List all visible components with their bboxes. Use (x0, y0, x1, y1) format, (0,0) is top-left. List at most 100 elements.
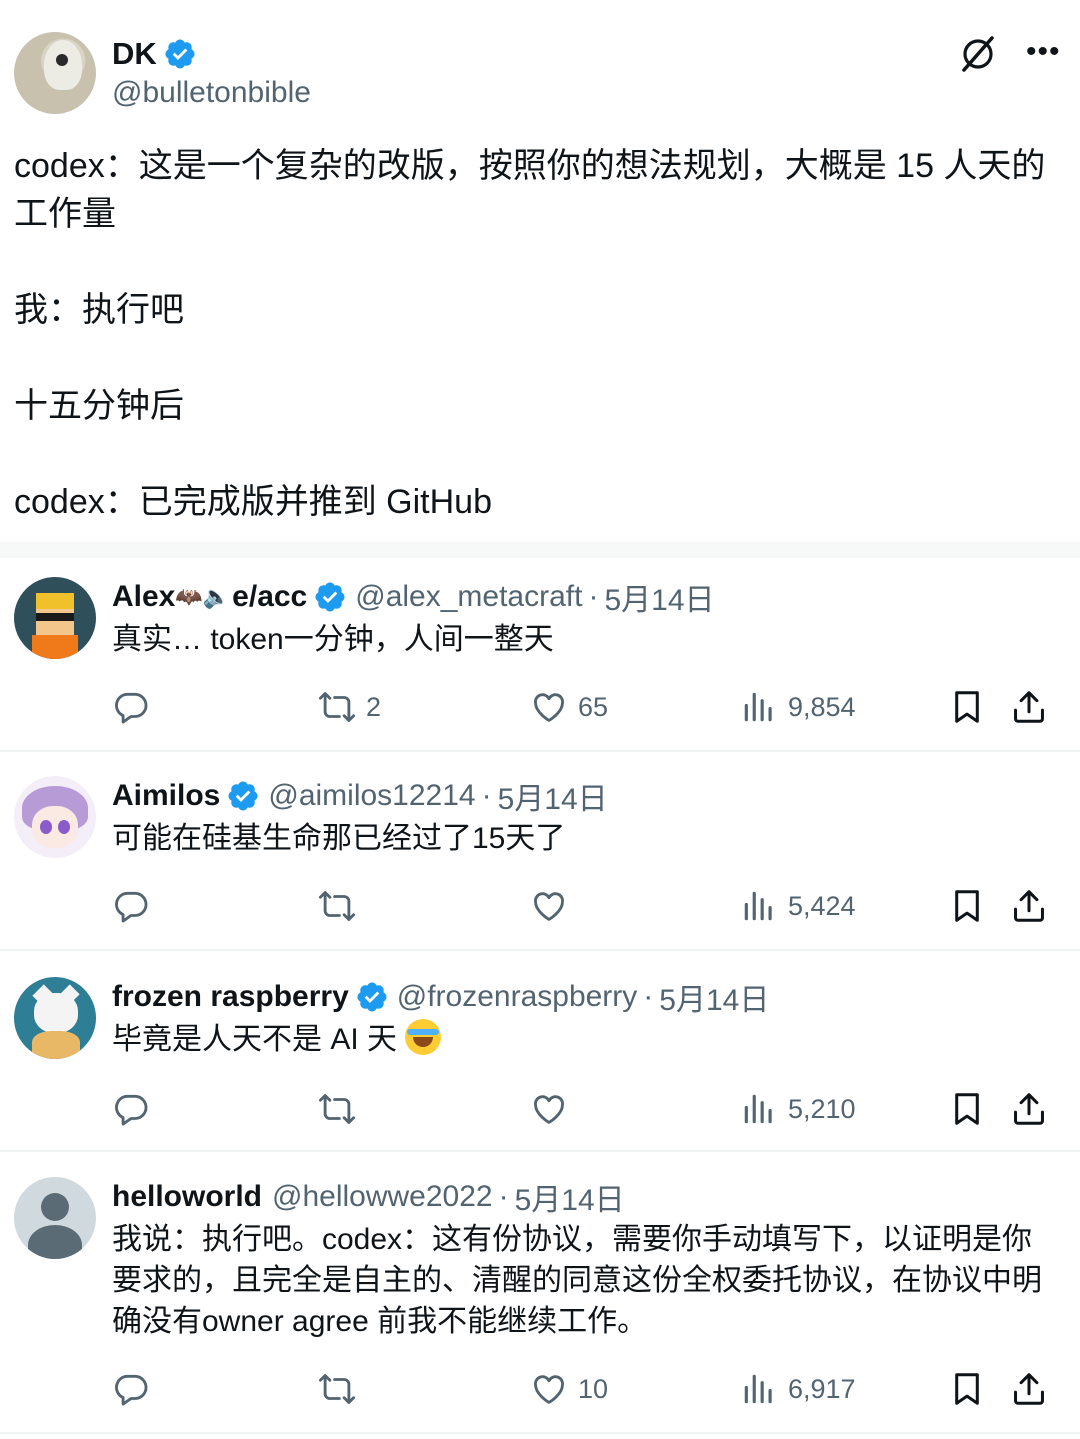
share-icon (1010, 887, 1048, 925)
like-button[interactable]: 10 (530, 1367, 608, 1411)
views-button[interactable]: 9,854 (740, 685, 856, 729)
reply-text-row: 毕竟是人天不是 AI 天 (112, 1019, 1056, 1060)
reply-author-name-suffix[interactable]: e/acc (232, 580, 307, 614)
repost-button[interactable] (318, 884, 366, 928)
reply-actions: 10 6,917 (112, 1367, 1058, 1411)
share-button[interactable] (1010, 884, 1048, 928)
reply-date[interactable]: 5月14日 (604, 575, 714, 619)
reply-text: 我说：执行吧。codex：这有份协议，需要你手动填写下，以证明是你要求的，且完全… (112, 1223, 1042, 1338)
section-divider (0, 542, 1080, 558)
author-name[interactable]: DK (112, 36, 157, 72)
reply-button[interactable] (112, 1087, 150, 1131)
like-button[interactable] (530, 884, 578, 928)
view-count: 5,210 (788, 1093, 856, 1124)
reply-author-handle[interactable]: @hellowwe2022 (272, 1180, 493, 1214)
reply-separator (0, 1150, 1080, 1152)
bookmark-icon (948, 1090, 986, 1128)
reply-date[interactable]: 5月14日 (498, 774, 608, 818)
separator-dot: · (643, 980, 654, 1013)
reply-item[interactable]: helloworld @hellowwe2022 · 5月14日 我说：执行吧。… (0, 1177, 1080, 1427)
verified-badge-icon (163, 37, 197, 71)
reply-header: Alex 🦇🔈 e/acc @alex_metacraft · 5月14日 (112, 577, 715, 617)
reply-icon (112, 1370, 150, 1408)
reply-author-name[interactable]: helloworld (112, 1180, 262, 1214)
bookmark-icon (948, 688, 986, 726)
reply-actions: 5,424 (112, 884, 1058, 928)
views-button[interactable]: 5,210 (740, 1087, 856, 1131)
reply-actions: 5,210 (112, 1087, 1058, 1131)
reply-item[interactable]: Aimilos @aimilos12214 · 5月14日 可能在硅基生命那已经… (0, 776, 1080, 946)
separator-dot: · (498, 1180, 509, 1213)
heart-icon (530, 1370, 568, 1408)
reply-button[interactable] (112, 685, 150, 729)
reply-avatar[interactable] (14, 577, 96, 659)
views-chart-icon (740, 688, 778, 726)
views-button[interactable]: 5,424 (740, 884, 856, 928)
reply-author-handle[interactable]: @alex_metacraft (355, 580, 582, 614)
like-button[interactable]: 65 (530, 685, 608, 729)
like-count: 65 (578, 691, 609, 722)
bookmark-button[interactable] (948, 685, 986, 729)
reply-item[interactable]: frozen raspberry @frozenraspberry · 5月14… (0, 977, 1080, 1147)
reply-item[interactable]: Alex 🦇🔈 e/acc @alex_metacraft · 5月14日 真实… (0, 577, 1080, 747)
views-chart-icon (740, 887, 778, 925)
repost-icon (318, 887, 356, 925)
repost-icon (318, 1370, 356, 1408)
view-count: 5,424 (788, 890, 856, 921)
reply-header: Aimilos @aimilos12214 · 5月14日 (112, 776, 608, 816)
reply-button[interactable] (112, 884, 150, 928)
bookmark-button[interactable] (948, 1087, 986, 1131)
repost-icon (318, 1090, 356, 1128)
reply-avatar[interactable] (14, 1177, 96, 1259)
repost-icon (318, 688, 356, 726)
name-emoji: 🦇🔈 (175, 584, 231, 609)
reply-date[interactable]: 5月14日 (659, 975, 769, 1019)
view-count: 6,917 (788, 1373, 856, 1404)
repost-count: 2 (366, 691, 382, 722)
author-name-row: DK (112, 34, 197, 74)
view-count: 9,854 (788, 691, 856, 722)
share-icon (1010, 688, 1048, 726)
repost-button[interactable]: 2 (318, 685, 381, 729)
post-paragraph: codex：已完成版并推到 GitHub (14, 483, 492, 521)
post-paragraph: codex：这是一个复杂的改版，按照你的想法规划，大概是 15 人天的工作量 (14, 147, 1046, 233)
heart-icon (530, 1090, 568, 1128)
verified-badge-icon (226, 779, 260, 813)
author-avatar[interactable] (14, 32, 96, 114)
separator-dot: · (588, 580, 599, 613)
reply-author-handle[interactable]: @frozenraspberry (397, 980, 638, 1014)
more-options-icon[interactable]: ••• (1026, 37, 1066, 67)
reply-date[interactable]: 5月14日 (515, 1175, 625, 1219)
share-button[interactable] (1010, 1087, 1048, 1131)
reply-avatar[interactable] (14, 977, 96, 1059)
share-button[interactable] (1010, 685, 1048, 729)
bookmark-button[interactable] (948, 884, 986, 928)
reply-button[interactable] (112, 1367, 150, 1411)
reply-avatar[interactable] (14, 776, 96, 858)
views-button[interactable]: 6,917 (740, 1367, 856, 1411)
post-paragraph: 我：执行吧 (14, 291, 184, 329)
bookmark-button[interactable] (948, 1367, 986, 1411)
author-handle[interactable]: @bulletonbible (112, 76, 311, 110)
share-icon (1010, 1090, 1048, 1128)
reply-author-handle[interactable]: @aimilos12214 (268, 779, 475, 813)
like-button[interactable] (530, 1087, 578, 1131)
heart-icon (530, 887, 568, 925)
share-button[interactable] (1010, 1367, 1048, 1411)
like-count: 10 (578, 1373, 609, 1404)
reply-header: helloworld @hellowwe2022 · 5月14日 (112, 1177, 625, 1217)
reply-text: 可能在硅基生命那已经过了15天了 (112, 822, 566, 855)
reply-icon (112, 688, 150, 726)
reply-separator (0, 750, 1080, 752)
reply-author-name[interactable]: frozen raspberry (112, 980, 349, 1014)
reply-icon (112, 887, 150, 925)
reply-author-name[interactable]: Alex (112, 580, 175, 614)
bookmark-icon (948, 1370, 986, 1408)
reply-author-name[interactable]: Aimilos (112, 779, 220, 813)
repost-button[interactable] (318, 1087, 366, 1131)
verified-badge-icon (313, 580, 347, 614)
repost-button[interactable] (318, 1367, 366, 1411)
post-paragraph: 十五分钟后 (14, 387, 184, 425)
grok-icon[interactable] (958, 34, 998, 74)
post-header: DK @bulletonbible ••• (14, 32, 1066, 114)
